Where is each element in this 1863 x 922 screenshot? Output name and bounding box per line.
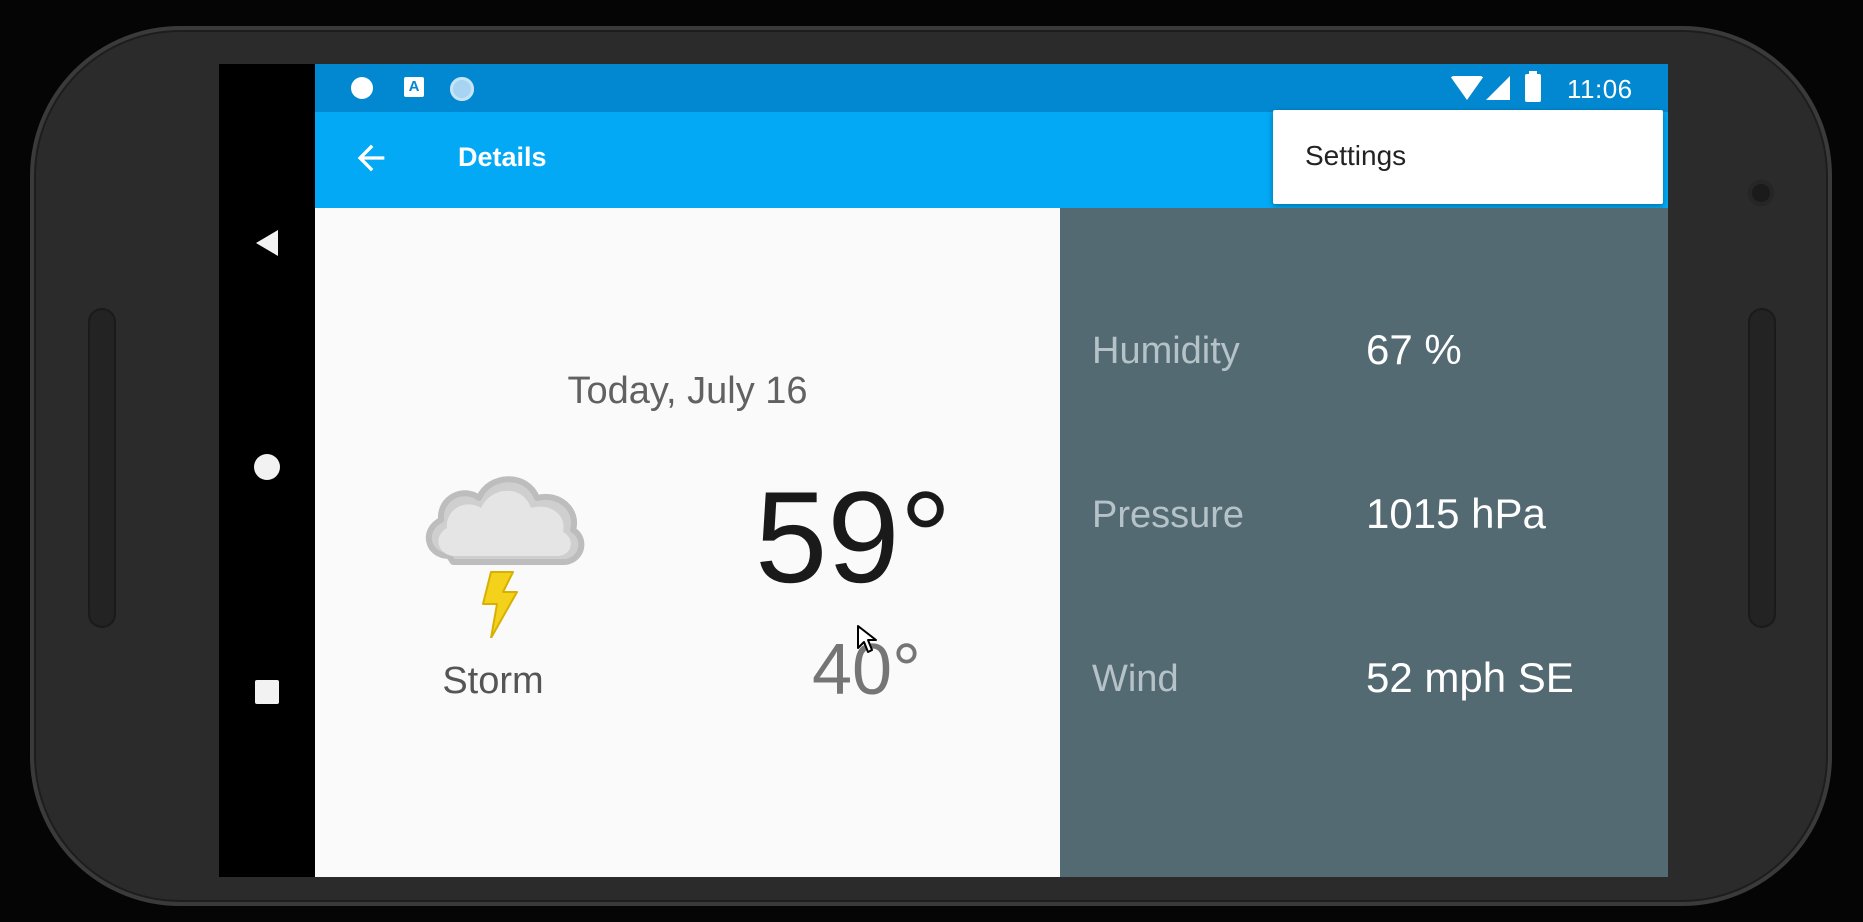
circle-icon: [450, 77, 474, 101]
arrow-back-icon[interactable]: [351, 138, 391, 178]
wind-value: 52 mph SE: [1366, 654, 1574, 701]
speaker-grille-left: [88, 308, 116, 628]
humidity-value: 67 %: [1366, 326, 1462, 373]
nav-back-icon[interactable]: [256, 230, 278, 256]
app-screen: A 11:06 Details Settings Today, July 16 …: [315, 64, 1668, 877]
high-temperature: 59°: [755, 464, 952, 610]
humidity-label: Humidity: [1092, 330, 1240, 372]
navigation-bar: [219, 64, 315, 877]
wind-label: Wind: [1092, 658, 1179, 700]
overflow-menu: Settings: [1273, 110, 1663, 204]
signal-icon: [1486, 76, 1510, 100]
pressure-label: Pressure: [1092, 494, 1245, 536]
bug-icon: [351, 77, 373, 99]
nav-home-icon[interactable]: [254, 454, 280, 480]
pressure-value: 1015 hPa: [1366, 490, 1546, 537]
condition-label: Storm: [442, 660, 544, 702]
nav-recents-icon[interactable]: [255, 680, 279, 704]
mouse-cursor-icon: [857, 625, 877, 653]
battery-icon: [1525, 71, 1541, 102]
status-bar: A 11:06: [315, 64, 1668, 112]
wifi-icon: [1450, 76, 1484, 100]
forecast-date: Today, July 16: [567, 370, 808, 412]
page-title: Details: [458, 142, 547, 172]
storm-icon: [425, 476, 585, 638]
status-time: 11:06: [1567, 74, 1633, 104]
menu-item-settings[interactable]: Settings: [1305, 140, 1406, 172]
details-panel: Humidity 67 % Pressure 1015 hPa Wind 52 …: [1060, 208, 1668, 877]
front-camera: [1748, 180, 1774, 206]
a-badge-icon: A: [404, 77, 424, 97]
forecast-panel: Today, July 16 Storm 59° 40°: [315, 208, 1060, 877]
speaker-grille-right: [1748, 308, 1776, 628]
